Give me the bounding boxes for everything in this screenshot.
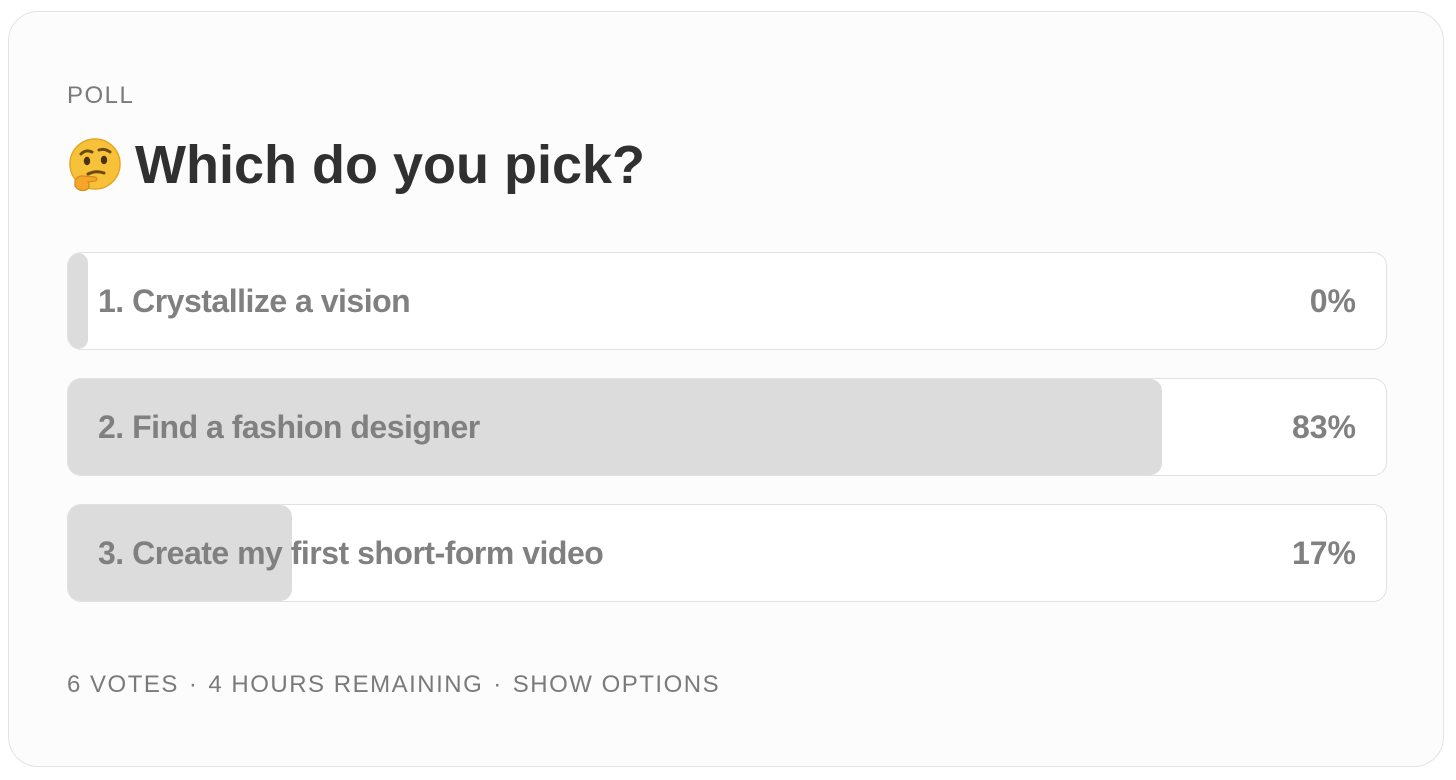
poll-option-2[interactable]: 2. Find a fashion designer 83%: [67, 378, 1387, 476]
vote-count: 6 VOTES: [67, 671, 179, 698]
poll-option-3[interactable]: 3. Create my first short-form video 17%: [67, 504, 1387, 602]
footer-separator: ·: [188, 671, 199, 698]
poll-label: POLL: [67, 82, 135, 109]
footer-separator: ·: [493, 671, 503, 698]
poll-options: 1. Crystallize a vision 0% 2. Find a fas…: [67, 252, 1387, 630]
option-label: 2. Find a fashion designer: [98, 408, 480, 445]
option-label: 3. Create my first short-form video: [98, 534, 604, 571]
option-percent: 83%: [1291, 408, 1356, 445]
poll-option-1[interactable]: 1. Crystallize a vision 0%: [67, 252, 1387, 350]
poll-title-text: Which do you pick?: [135, 135, 645, 195]
option-fill-bar: [68, 253, 88, 349]
option-label: 1. Crystallize a vision: [98, 282, 411, 319]
poll-title: Which do you pick?: [67, 130, 645, 200]
time-remaining: 4 HOURS REMAINING: [208, 671, 484, 698]
option-percent: 17%: [1291, 534, 1356, 571]
thinking-face-icon: [69, 138, 121, 192]
show-options-link[interactable]: SHOW OPTIONS: [513, 671, 720, 698]
poll-card: POLL Which do you pick? 1. Crystallize a…: [8, 11, 1444, 767]
poll-footer: 6 VOTES · 4 HOURS REMAINING · SHOW OPTIONS: [67, 670, 720, 700]
option-percent: 0%: [1309, 282, 1356, 319]
